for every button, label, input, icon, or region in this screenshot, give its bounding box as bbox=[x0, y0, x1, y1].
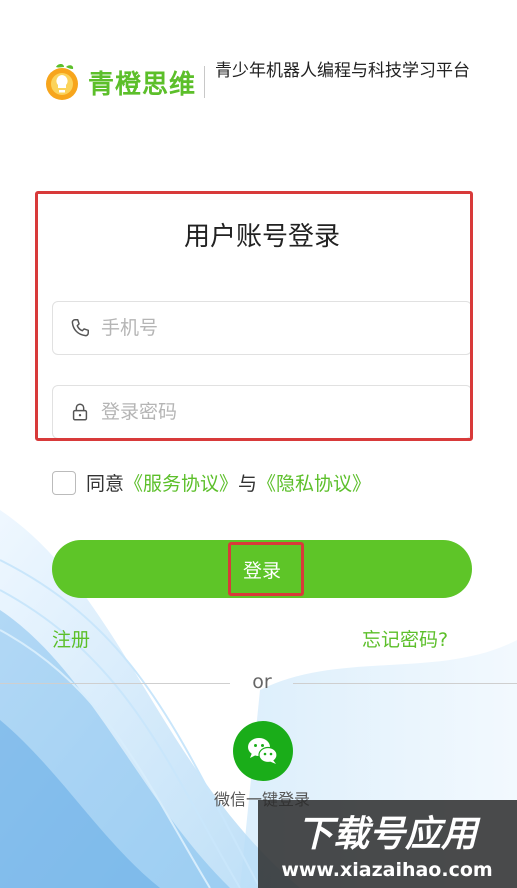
agree-checkbox[interactable] bbox=[52, 470, 76, 495]
brand-name: 青橙思维 bbox=[88, 70, 197, 100]
watermark-text: 下载号应用 bbox=[297, 814, 481, 855]
wechat-login-button[interactable] bbox=[233, 721, 293, 781]
privacy-agreement-link[interactable]: 《隐私协议》 bbox=[257, 469, 371, 496]
form-highlight-box bbox=[35, 191, 473, 441]
site-watermark: 下载号应用 www.xiazaihao.com bbox=[258, 800, 517, 888]
orange-logo-icon bbox=[46, 64, 78, 100]
app-header: 青橙思维 青少年机器人编程与科技学习平台 bbox=[42, 58, 511, 108]
register-link[interactable]: 注册 bbox=[52, 625, 90, 652]
login-highlight-box bbox=[228, 542, 304, 596]
header-divider bbox=[204, 66, 206, 98]
or-separator: or bbox=[252, 671, 272, 693]
platform-tagline: 青少年机器人编程与科技学习平台 bbox=[215, 61, 471, 81]
service-agreement-link[interactable]: 《服务协议》 bbox=[124, 469, 238, 496]
agreement-row: 同意 《服务协议》 与 《隐私协议》 bbox=[52, 469, 371, 496]
forgot-password-link[interactable]: 忘记密码? bbox=[362, 625, 448, 652]
wechat-icon bbox=[248, 738, 278, 764]
agree-and: 与 bbox=[238, 473, 258, 495]
watermark-url: www.xiazaihao.com bbox=[281, 859, 492, 881]
agree-prefix: 同意 bbox=[86, 473, 125, 495]
